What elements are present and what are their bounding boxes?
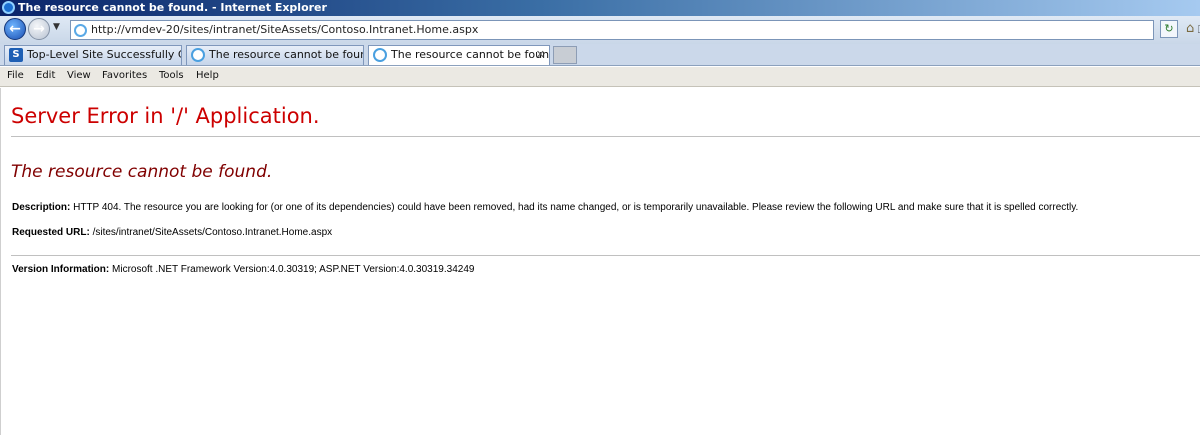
divider: [11, 136, 1200, 137]
home-icon[interactable]: ⌂: [1186, 21, 1194, 36]
forward-arrow-icon: →: [33, 21, 45, 37]
sharepoint-icon: S: [9, 48, 23, 62]
server-error-heading: Server Error in '/' Application.: [11, 104, 320, 128]
menu-favorites[interactable]: Favorites: [102, 70, 147, 81]
page-content: Server Error in '/' Application. The res…: [0, 88, 1200, 435]
close-icon[interactable]: ✕: [536, 46, 545, 64]
window-title-bar: The resource cannot be found. - Internet…: [0, 0, 1200, 16]
menu-file[interactable]: File: [7, 70, 24, 81]
tab-top-level-site[interactable]: S Top-Level Site Successfully Cre...: [4, 45, 182, 65]
new-tab-button[interactable]: [553, 46, 577, 64]
menu-view[interactable]: View: [67, 70, 91, 81]
forward-button[interactable]: →: [28, 18, 50, 40]
back-button[interactable]: ←: [4, 18, 26, 40]
tab-resource-not-found[interactable]: The resource cannot be found.: [186, 45, 364, 65]
menu-edit[interactable]: Edit: [36, 70, 55, 81]
window-title: The resource cannot be found. - Internet…: [18, 1, 327, 14]
description-label: Description:: [12, 202, 71, 213]
menu-bar: File Edit View Favorites Tools Help: [0, 67, 1200, 87]
version-text: Microsoft .NET Framework Version:4.0.303…: [109, 264, 475, 275]
tab-resource-not-found-active[interactable]: The resource cannot be found. ✕: [368, 45, 550, 65]
description-text: HTTP 404. The resource you are looking f…: [70, 202, 1079, 213]
version-paragraph: Version Information: Microsoft .NET Fram…: [12, 264, 474, 275]
menu-tools[interactable]: Tools: [159, 70, 184, 81]
requested-url-label: Requested URL:: [12, 227, 90, 238]
recent-pages-dropdown[interactable]: ▼: [53, 22, 60, 32]
back-arrow-icon: ←: [9, 21, 21, 37]
requested-url-paragraph: Requested URL: /sites/intranet/SiteAsset…: [12, 227, 332, 238]
description-paragraph: Description: HTTP 404. The resource you …: [12, 202, 1078, 213]
ie-page-icon: [191, 48, 205, 62]
tab-label: The resource cannot be found.: [209, 48, 364, 61]
chevron-down-icon: ▼: [53, 22, 60, 32]
menu-help[interactable]: Help: [196, 70, 219, 81]
version-label: Version Information:: [12, 264, 110, 275]
requested-url-text: /sites/intranet/SiteAssets/Contoso.Intra…: [89, 227, 333, 238]
divider: [11, 255, 1200, 256]
internet-explorer-icon: [2, 1, 15, 14]
address-input[interactable]: [91, 22, 1111, 38]
ie-page-icon: [373, 48, 387, 62]
ie-page-icon: [74, 24, 87, 37]
navigation-bar: ← → ▼ ⎕ ▼ ↻ ⌂: [0, 16, 1200, 44]
address-bar[interactable]: ⎕ ▼: [70, 20, 1200, 40]
refresh-icon: ↻: [1164, 22, 1174, 35]
resource-not-found-heading: The resource cannot be found.: [11, 162, 273, 182]
tab-bar: S Top-Level Site Successfully Cre... The…: [0, 44, 1200, 66]
tab-label: Top-Level Site Successfully Cre...: [27, 48, 181, 61]
tab-label: The resource cannot be found.: [391, 48, 550, 61]
refresh-button[interactable]: ↻: [1160, 20, 1178, 38]
